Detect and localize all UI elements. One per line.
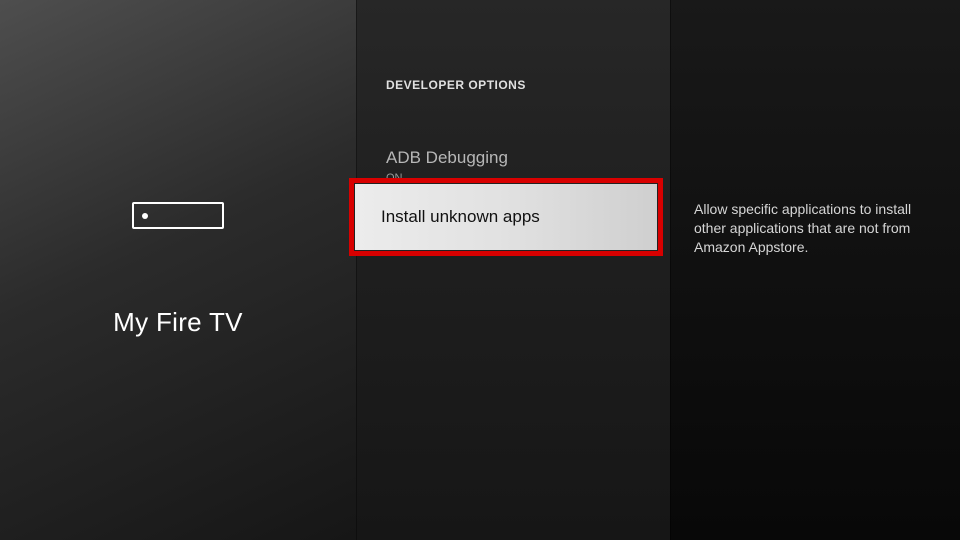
menu-item-install-unknown-apps[interactable]: Install unknown apps	[354, 183, 658, 251]
firetv-stick-icon	[132, 202, 224, 229]
settings-menu: DEVELOPER OPTIONS ADB Debugging ON Insta…	[356, 0, 670, 540]
left-panel: My Fire TV	[0, 0, 356, 540]
section-header: DEVELOPER OPTIONS	[356, 78, 670, 92]
menu-item-title: Install unknown apps	[381, 207, 631, 227]
detail-panel: Allow specific applications to install o…	[670, 0, 960, 540]
highlight-box: Install unknown apps	[349, 178, 663, 256]
menu-item-title: ADB Debugging	[386, 148, 640, 168]
item-description: Allow specific applications to install o…	[670, 200, 960, 257]
left-panel-title: My Fire TV	[113, 307, 243, 338]
